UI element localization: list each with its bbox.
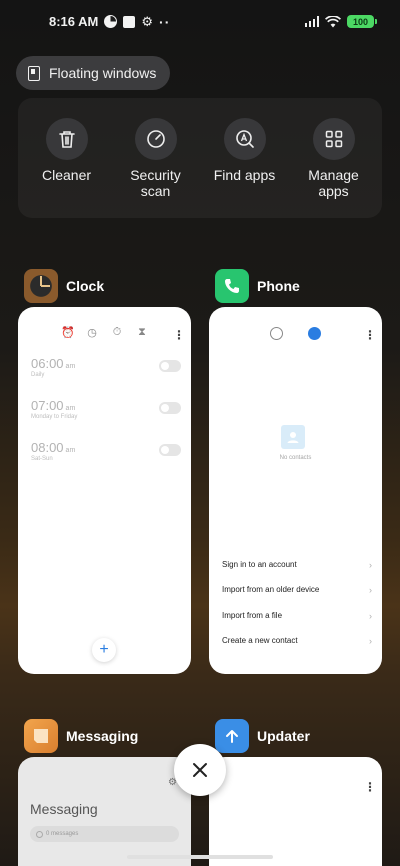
security-scan-label: Security scan <box>130 167 181 199</box>
find-apps-button[interactable]: Find apps <box>200 98 289 218</box>
close-all-button[interactable] <box>174 744 226 796</box>
more-notifications-icon: ·· <box>159 13 171 30</box>
phone-card-header: Phone <box>215 269 300 303</box>
messaging-search-input[interactable]: 0 messages <box>30 826 179 842</box>
settings-gear-icon: ⚙ <box>141 14 154 29</box>
alarm-row[interactable]: 06:00 am Daily <box>31 356 181 378</box>
cleaner-button[interactable]: Cleaner <box>22 98 111 218</box>
grid-icon <box>312 118 355 160</box>
messaging-app-card[interactable]: ⚙ Messaging 0 messages <box>18 757 191 866</box>
clock-tabs: ⏰ ◷ ⏱ ⧗ <box>18 325 191 341</box>
stopwatch-tab-icon[interactable]: ⏱ <box>110 325 124 339</box>
status-bar: 8:16 AM ⚙ ·· 100 <box>0 0 400 44</box>
chevron-right-icon: › <box>369 611 372 621</box>
clock-app-name: Clock <box>66 278 105 294</box>
alarm-tab-icon[interactable]: ⏰ <box>61 325 75 339</box>
status-left: 8:16 AM ⚙ ·· <box>49 14 170 29</box>
contact-placeholder-icon <box>281 425 305 449</box>
updater-card-header: Updater <box>215 719 310 753</box>
create-contact-item[interactable]: Create a new contact › <box>222 636 372 646</box>
phone-app-name: Phone <box>257 278 300 294</box>
alarm-row[interactable]: 08:00 am Sat-Sun <box>31 440 181 462</box>
chevron-right-icon: › <box>369 585 372 595</box>
quick-tools-panel: Cleaner Security scan Find apps Manage a… <box>18 98 382 218</box>
find-app-icon <box>223 118 266 160</box>
status-time: 8:16 AM <box>49 14 99 29</box>
data-saver-icon <box>104 15 118 28</box>
sign-in-item[interactable]: Sign in to an account › <box>222 560 372 570</box>
add-alarm-button[interactable]: + <box>92 638 116 662</box>
messaging-card-header: Messaging <box>24 719 139 753</box>
recents-tab-icon[interactable] <box>270 327 283 340</box>
updater-more-icon[interactable]: ⋮ <box>364 781 376 793</box>
alarm-toggle[interactable] <box>159 444 181 456</box>
floating-windows-label: Floating windows <box>49 65 157 81</box>
alarm-toggle[interactable] <box>159 402 181 414</box>
manage-apps-label: Manage apps <box>308 167 359 199</box>
close-icon <box>193 763 207 777</box>
find-apps-label: Find apps <box>213 167 276 183</box>
updater-app-card[interactable]: ⋮ <box>209 757 382 866</box>
messaging-app-name: Messaging <box>66 728 139 744</box>
alarm-row[interactable]: 07:00 am Monday to Friday <box>31 398 181 420</box>
gauge-icon <box>134 118 177 160</box>
wifi-icon <box>325 15 341 27</box>
no-contacts-text: No contacts <box>279 455 312 461</box>
alarm-repeat: Monday to Friday <box>31 414 78 420</box>
cleaner-label: Cleaner <box>41 167 92 183</box>
chevron-right-icon: › <box>369 560 372 570</box>
world-clock-tab-icon[interactable]: ◷ <box>85 325 99 339</box>
alarm-repeat: Daily <box>31 372 45 378</box>
notification-square-icon <box>123 15 136 28</box>
chevron-right-icon: › <box>369 636 372 646</box>
floating-windows-button[interactable]: Floating windows <box>16 56 171 90</box>
updater-app-icon <box>215 719 249 753</box>
trash-icon <box>45 118 88 160</box>
phone-app-icon <box>215 269 249 303</box>
battery-icon: 100 <box>347 15 377 28</box>
updater-app-name: Updater <box>257 728 310 744</box>
home-indicator[interactable] <box>127 855 273 859</box>
import-file-item[interactable]: Import from a file › <box>222 611 372 621</box>
clock-app-card[interactable]: ⏰ ◷ ⏱ ⧗ ⋮ 06:00 am Daily 07:00 am Monday t… <box>18 307 191 674</box>
clock-app-icon <box>24 269 58 303</box>
floating-window-icon <box>28 65 40 81</box>
import-older-device-item[interactable]: Import from an older device › <box>222 585 372 595</box>
phone-more-icon[interactable]: ⋮ <box>364 329 376 341</box>
clock-more-icon[interactable]: ⋮ <box>173 329 185 341</box>
clock-card-header: Clock <box>24 269 105 303</box>
status-right: 100 <box>304 15 377 28</box>
alarm-repeat: Sat-Sun <box>31 456 53 462</box>
signal-icon <box>304 16 319 27</box>
contacts-tab-icon[interactable] <box>308 327 321 340</box>
messaging-app-icon <box>24 719 58 753</box>
manage-apps-button[interactable]: Manage apps <box>289 98 378 218</box>
security-scan-button[interactable]: Security scan <box>111 98 200 218</box>
alarm-toggle[interactable] <box>159 360 181 372</box>
phone-app-card[interactable]: ⋮ No contacts Sign in to an account › Im… <box>209 307 382 674</box>
timer-tab-icon[interactable]: ⧗ <box>135 325 149 339</box>
messaging-title: Messaging <box>30 801 98 817</box>
